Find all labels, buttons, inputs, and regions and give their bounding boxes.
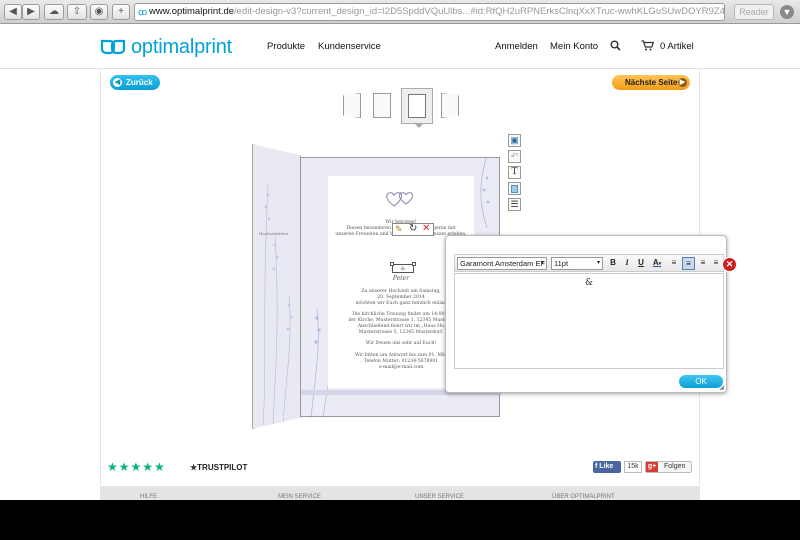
page: optimalprint Produkte Kundenservice Anme… [0,24,800,500]
ok-button[interactable]: OK [679,375,723,388]
logo-icon [100,39,126,54]
page-thumb-inside-selected[interactable] [401,88,433,128]
download-icon[interactable]: ▼ [780,5,794,19]
selected-text-frame[interactable]: & [390,262,416,273]
resize-grip-icon[interactable]: ◢ [719,384,724,391]
underline-button[interactable]: U [635,257,647,270]
align-center-icon[interactable]: ≡ [682,257,695,270]
back-button[interactable]: ◀ Zurück [110,75,160,90]
back-button-label: Zurück [126,78,153,87]
undo-icon[interactable]: ↶ [508,150,521,163]
icloud-icon[interactable]: ☁ [44,4,64,20]
font-select[interactable]: Garamont Amsterdam EF ▾ [457,257,547,270]
footer-col-about[interactable]: ÜBER OPTIMALPRINT [552,494,615,500]
page-thumb-inside-left[interactable] [373,93,391,118]
dropdown-arrow-icon: ▾ [596,260,600,266]
next-page-button[interactable]: Nächste Seite ▶ [612,75,690,90]
facebook-icon: f [595,463,598,470]
site-header: optimalprint Produkte Kundenservice Anme… [0,24,800,69]
text-editor-dialog: Garamont Amsterdam EF ▾ 11pt ▾ B I U A▾ ≡ … [445,235,727,393]
font-select-value: Garamont Amsterdam EF [460,259,546,268]
login-link[interactable]: Anmelden [495,41,538,52]
nav-products[interactable]: Produkte [267,41,305,52]
trustpilot-stars: ★★★★★ [107,460,166,474]
forward-arrow-icon[interactable]: ▶ [22,4,40,20]
search-icon[interactable] [610,40,621,51]
card-spine-text: Hochzeitsfeier [259,231,289,236]
logo-text: optimalprint [131,36,232,58]
justify-icon[interactable]: ≡ [710,257,722,270]
new-tab-button[interactable]: + [112,4,130,20]
next-page-label: Nächste Seite [625,78,678,87]
address-bar[interactable]: ꝏ www.optimalprint.de/edit-design-v3?curr… [134,3,725,21]
reader-button[interactable]: Reader [734,4,774,20]
bold-button[interactable]: B [607,257,619,270]
footer-col-help[interactable]: HILFE [140,494,157,500]
card-left-panel[interactable]: Hochzeitsfeier [252,144,301,429]
text-color-button[interactable]: A▾ [649,257,665,270]
add-image-icon[interactable] [508,182,521,195]
share-icon[interactable]: ⇧ [67,4,87,20]
font-size-value: 11pt [554,259,569,268]
italic-button[interactable]: I [621,257,633,270]
trustpilot-logo[interactable]: ★TRUSTPILOT [190,463,247,472]
text-item-toolbar: ✎ ↻ ✕ [392,223,434,236]
nav-customer-service[interactable]: Kundenservice [318,41,381,52]
url-path: /edit-design-v3?current_design_id=l2D5Sp… [234,6,725,17]
url-host: www.optimalprint.de [149,6,235,17]
editor-text-content: & [584,278,593,288]
layout-icon[interactable]: ☰ [508,198,521,211]
dropdown-arrow-icon: ▾ [540,260,544,266]
align-right-icon[interactable]: ≡ [697,257,709,270]
google-plus-follow-button[interactable]: g+ Folgen [645,461,692,473]
resize-handle[interactable] [412,262,416,266]
account-link[interactable]: Mein Konto [550,41,598,52]
selected-ampersand: & [400,266,406,272]
back-arrow-icon: ◀ [113,78,122,87]
close-editor-icon[interactable]: ✕ [722,257,737,272]
lavender-decoration [262,184,293,426]
page-thumb-back[interactable] [441,93,459,118]
dropdown-arrow-icon: ▾ [658,261,662,267]
save-icon[interactable]: ▣ [508,134,521,147]
page-thumb-front[interactable] [343,93,361,118]
delete-icon[interactable]: ✕ [422,223,430,234]
footer-col-our-service[interactable]: UNSER SERVICE [415,494,464,500]
lock-icon: ꝏ [138,7,148,17]
google-plus-icon: g+ [646,462,658,472]
trustpilot-label: TRUSTPILOT [197,463,248,472]
facebook-like-count: 15k [624,461,642,473]
resize-handle[interactable] [390,262,394,266]
cart-icon[interactable] [641,40,654,51]
browser-toolbar: ◀ ▶ ☁ ⇧ ◉ + ꝏ www.optimalprint.de/edit-de… [0,0,800,24]
cart-count[interactable]: 0 Artikel [660,41,694,52]
logo[interactable]: optimalprint [100,36,232,59]
editor-text-area[interactable]: & [454,273,724,369]
footer: HILFE MEIN SERVICE UNSER SERVICE ÜBER OP… [100,486,700,500]
edit-pencil-icon[interactable]: ✎ [395,224,403,235]
footer-col-my-service[interactable]: MEIN SERVICE [278,494,321,500]
rotate-icon[interactable]: ↻ [409,223,417,234]
facebook-like-label: Like [599,463,614,470]
ghostery-icon[interactable]: ◉ [90,4,108,20]
hearts-icon [386,192,414,207]
google-plus-label: Folgen [664,463,686,470]
align-left-icon[interactable]: ≡ [668,257,680,270]
facebook-like-button[interactable]: f Like [593,461,621,473]
add-text-icon[interactable]: T [508,166,521,179]
next-arrow-icon: ▶ [678,78,687,87]
font-size-select[interactable]: 11pt ▾ [551,257,603,270]
back-arrow-icon[interactable]: ◀ [4,4,22,20]
